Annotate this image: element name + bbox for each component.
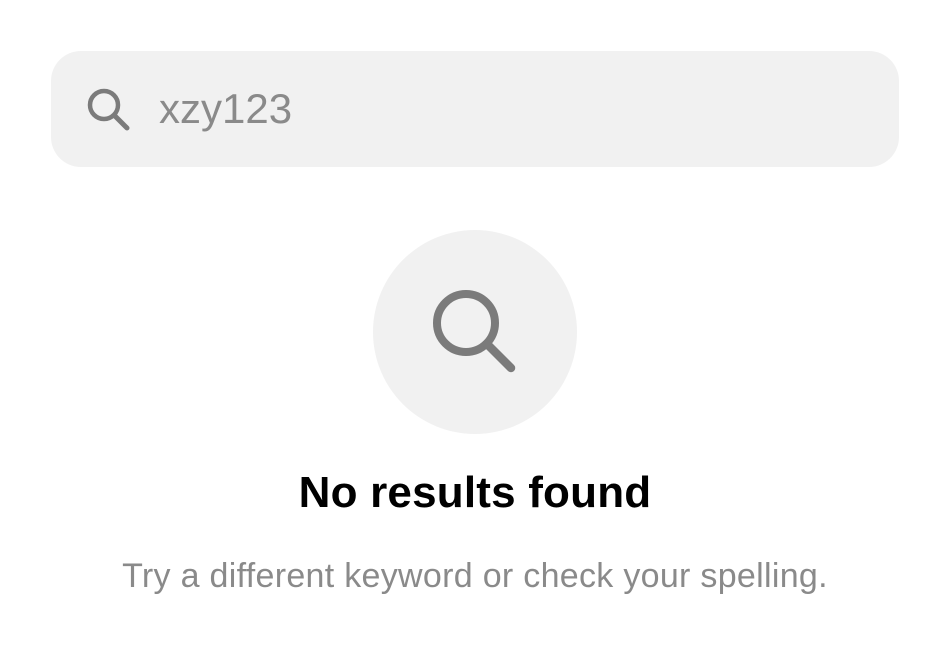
empty-state-message: Try a different keyword or check your sp…	[122, 557, 828, 595]
empty-state-icon-circle	[373, 230, 577, 434]
search-results-page: No results found Try a different keyword…	[0, 0, 950, 649]
search-icon	[433, 290, 516, 373]
search-bar[interactable]	[51, 51, 899, 167]
search-input[interactable]	[159, 79, 859, 139]
empty-state-title: No results found	[298, 468, 652, 517]
search-icon	[86, 87, 132, 133]
